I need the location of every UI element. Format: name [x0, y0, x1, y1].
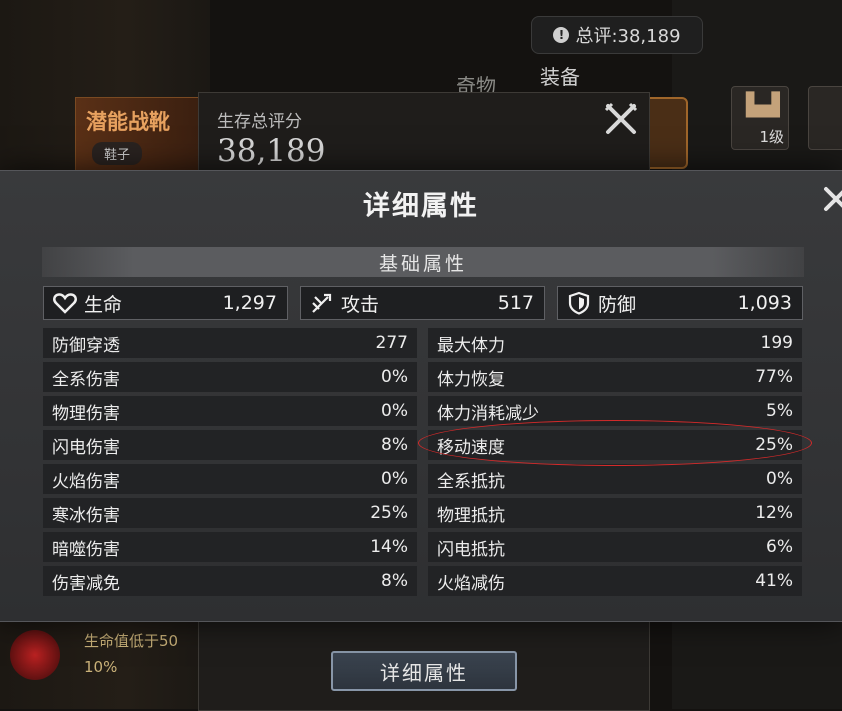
detail-attributes-button[interactable]: 详细属性 — [331, 651, 517, 691]
stat-label: 火焰减伤 — [437, 573, 505, 594]
stat-label: 闪电伤害 — [52, 437, 120, 458]
item-type-badge: 鞋子 — [92, 142, 143, 165]
detail-attributes-modal: 详细属性 基础属性 生命 1,297 攻击 517 防御 1,093 防御穿透 2… — [0, 170, 842, 622]
equipment-slot-boots[interactable]: ▙▟ 1级 — [731, 86, 789, 150]
stat-value: 41% — [755, 571, 793, 591]
stat-row: 最大体力 199 — [428, 328, 802, 358]
total-score-label: 总评:38,189 — [575, 26, 681, 47]
close-icon[interactable] — [604, 102, 638, 142]
stat-value: 0% — [766, 469, 793, 489]
stat-row: 全系抵抗 0% — [428, 464, 802, 494]
stat-value: 199 — [760, 333, 793, 353]
total-score-pill: ! 总评:38,189 — [531, 16, 703, 54]
main-stat-label: 防御 — [598, 293, 637, 316]
stat-label: 全系抵抗 — [437, 471, 505, 492]
main-stat-value: 517 — [497, 292, 534, 314]
stat-label: 全系伤害 — [52, 369, 120, 390]
main-stat-value: 1,093 — [737, 292, 792, 314]
sword-icon — [309, 290, 335, 316]
stat-value: 0% — [381, 401, 408, 421]
main-stat-hp: 生命 1,297 — [43, 286, 288, 320]
stat-label: 暗噬伤害 — [52, 539, 120, 560]
equipment-slot-highlighted[interactable] — [644, 97, 688, 169]
bottom-effect-text: 生命值低于50 10% — [84, 628, 178, 680]
highlight-ellipse-annotation — [418, 420, 812, 466]
stat-label: 物理抵抗 — [437, 505, 505, 526]
stat-row: 火焰伤害 0% — [43, 464, 417, 494]
equipment-slot[interactable] — [808, 86, 842, 150]
stat-label: 火焰伤害 — [52, 471, 120, 492]
main-stat-label: 生命 — [84, 293, 123, 316]
stat-label: 寒冰伤害 — [52, 505, 120, 526]
stat-row: 暗噬伤害 14% — [43, 532, 417, 562]
item-name: 潜能战靴 — [86, 110, 170, 134]
stat-row: 闪电伤害 8% — [43, 430, 417, 460]
stat-label: 伤害减免 — [52, 573, 120, 594]
stat-value: 8% — [381, 571, 408, 591]
shield-icon — [566, 290, 592, 316]
stat-value: 25% — [370, 503, 408, 523]
stat-row: 火焰减伤 41% — [428, 566, 802, 596]
stat-row: 物理伤害 0% — [43, 396, 417, 426]
boots-icon: ▙▟ — [746, 93, 780, 118]
stat-row: 物理抵抗 12% — [428, 498, 802, 528]
effect-line-2: 10% — [84, 658, 118, 676]
stat-value: 0% — [381, 367, 408, 387]
main-stat-attack: 攻击 517 — [300, 286, 545, 320]
stat-value: 12% — [755, 503, 793, 523]
stat-row: 伤害减免 8% — [43, 566, 417, 596]
stat-row: 体力恢复 77% — [428, 362, 802, 392]
stat-value: 277 — [375, 333, 408, 353]
stat-row: 全系伤害 0% — [43, 362, 417, 392]
stat-value: 77% — [755, 367, 793, 387]
stat-label: 闪电抵抗 — [437, 539, 505, 560]
stat-value: 14% — [370, 537, 408, 557]
stat-row: 防御穿透 277 — [43, 328, 417, 358]
stat-value: 5% — [766, 401, 793, 421]
left-stats-list: 防御穿透 277 全系伤害 0% 物理伤害 0% 闪电伤害 8% 火焰伤害 0% 寒冰伤害… — [43, 328, 417, 600]
effect-line-1: 生命值低于50 — [84, 632, 179, 650]
stat-label: 最大体力 — [437, 335, 505, 356]
section-basic-attributes: 基础属性 — [42, 247, 804, 277]
stat-value: 8% — [381, 435, 408, 455]
tab-equipment[interactable]: 装备 — [540, 61, 580, 90]
heart-icon — [52, 290, 78, 316]
stat-row: 闪电抵抗 6% — [428, 532, 802, 562]
stat-value: 6% — [766, 537, 793, 557]
score-panel-label: 生存总评分 — [217, 112, 302, 132]
stat-label: 防御穿透 — [52, 335, 120, 356]
item-card[interactable]: 潜能战靴 鞋子 — [75, 97, 202, 171]
red-orb-icon — [10, 630, 60, 680]
stat-label: 体力恢复 — [437, 369, 505, 390]
modal-title: 详细属性 — [363, 191, 479, 222]
stat-value: 0% — [381, 469, 408, 489]
slot-level: 1级 — [759, 128, 784, 146]
info-icon: ! — [553, 27, 570, 43]
stat-row: 寒冰伤害 25% — [43, 498, 417, 528]
main-stat-defense: 防御 1,093 — [557, 286, 803, 320]
score-panel-value: 38,189 — [217, 133, 326, 169]
stat-label: 物理伤害 — [52, 403, 120, 424]
main-stat-label: 攻击 — [341, 293, 380, 316]
modal-close-icon[interactable] — [820, 183, 842, 223]
stat-label: 体力消耗减少 — [437, 403, 539, 424]
main-stat-value: 1,297 — [222, 292, 277, 314]
